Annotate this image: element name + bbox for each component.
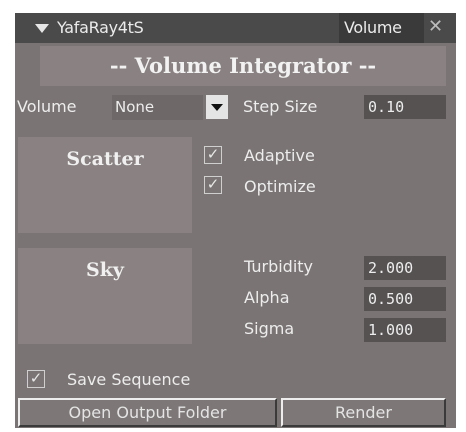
adaptive-checkbox[interactable]: ✓ xyxy=(204,145,222,164)
alpha-label: Alpha xyxy=(244,288,290,307)
yafaray-panel: YafaRay4tS Volume ✕ -- Volume Integrator… xyxy=(15,13,456,428)
render-button[interactable]: Render xyxy=(281,398,446,427)
optimize-label: Optimize xyxy=(244,177,316,196)
checkmark-icon: ✓ xyxy=(206,145,220,163)
save-sequence-label: Save Sequence xyxy=(67,370,191,389)
turbidity-label: Turbidity xyxy=(244,257,314,276)
adaptive-label: Adaptive xyxy=(244,146,315,165)
section-heading: -- Volume Integrator -- xyxy=(109,53,377,78)
sky-button[interactable]: Sky xyxy=(18,248,192,344)
heading-box: -- Volume Integrator -- xyxy=(40,46,446,86)
checkmark-icon: ✓ xyxy=(206,175,220,193)
volume-dropdown-button[interactable] xyxy=(206,95,228,119)
step-size-label: Step Size xyxy=(243,97,318,116)
sigma-value: 1.000 xyxy=(368,321,414,339)
save-sequence-checkbox[interactable]: ✓ xyxy=(27,369,45,388)
optimize-checkbox[interactable]: ✓ xyxy=(204,175,222,194)
panel-title: YafaRay4tS xyxy=(57,18,144,37)
sky-button-label: Sky xyxy=(86,259,124,281)
open-output-folder-label: Open Output Folder xyxy=(68,403,227,422)
scatter-button-label: Scatter xyxy=(66,148,144,170)
scatter-button[interactable]: Scatter xyxy=(18,137,192,233)
volume-dropdown-value: None xyxy=(115,98,155,116)
turbidity-value: 2.000 xyxy=(368,259,414,277)
volume-label: Volume xyxy=(17,97,77,116)
render-label: Render xyxy=(335,403,392,422)
chevron-down-icon xyxy=(211,104,223,111)
sigma-label: Sigma xyxy=(244,319,295,338)
checkmark-icon: ✓ xyxy=(29,369,43,387)
tab-volume-label: Volume xyxy=(344,18,402,37)
step-size-value: 0.10 xyxy=(368,98,405,116)
triangle-down-icon[interactable] xyxy=(35,24,49,33)
open-output-folder-button[interactable]: Open Output Folder xyxy=(18,398,277,427)
close-icon[interactable]: ✕ xyxy=(428,17,443,37)
alpha-value: 0.500 xyxy=(368,290,414,308)
